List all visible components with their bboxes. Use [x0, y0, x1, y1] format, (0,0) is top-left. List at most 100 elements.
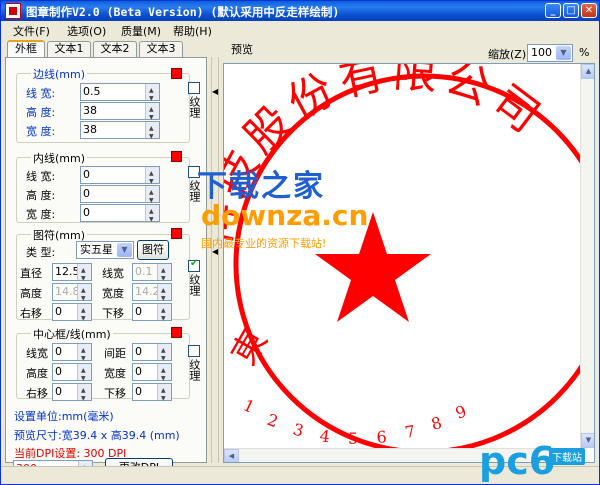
- spin-arrows[interactable]: [145, 166, 159, 190]
- vertical-scrollbar[interactable]: ▲ ▼: [580, 64, 594, 448]
- svg-text:9: 9: [453, 401, 469, 422]
- border-height-input[interactable]: 38: [80, 102, 160, 126]
- spin-arrows[interactable]: [77, 343, 91, 367]
- center-height-input[interactable]: 0: [52, 363, 92, 387]
- spin-arrows[interactable]: [157, 343, 171, 367]
- scroll-left-icon[interactable]: ◀: [224, 449, 239, 462]
- center-texture-label: 纹理: [188, 359, 201, 381]
- center-width-value: 0: [135, 365, 142, 378]
- border-color-swatch[interactable]: [171, 68, 182, 79]
- minimize-button[interactable]: _: [545, 3, 561, 18]
- tab-text2[interactable]: 文本2: [93, 41, 137, 57]
- spin-arrows[interactable]: [77, 263, 91, 287]
- menu-file[interactable]: 文件(F): [13, 23, 50, 39]
- symbol-down-input[interactable]: 0: [132, 303, 172, 327]
- collapse-left-icon[interactable]: ◀: [212, 87, 218, 96]
- spin-arrows[interactable]: [77, 303, 91, 327]
- symbol-width-value: 14.2: [135, 285, 160, 298]
- spin-arrows[interactable]: [157, 263, 171, 287]
- stamp-preview: 科技股份有限公司 東 1 2 3 4 5 6 7 8 9: [224, 64, 594, 455]
- symbol-right-input[interactable]: 0: [52, 303, 92, 327]
- watermark-slogan: 国内最专业的资源下载站!: [201, 237, 327, 250]
- svg-text:5: 5: [348, 429, 358, 448]
- center-width-input[interactable]: 0: [132, 363, 172, 387]
- symbol-down-value: 0: [135, 305, 142, 318]
- svg-text:1: 1: [240, 395, 257, 417]
- symbol-height-input[interactable]: 14.8: [52, 283, 92, 307]
- inner-width-input[interactable]: 0: [80, 204, 160, 228]
- symbol-linewidth-input[interactable]: 0.1: [132, 263, 172, 287]
- zoom-unit: %: [579, 46, 590, 59]
- preview-size-text: 预览尺寸:宽39.4 x 高39.4 (mm): [14, 429, 180, 442]
- center-linewidth-value: 0: [55, 345, 62, 358]
- close-button[interactable]: ✕: [581, 3, 597, 18]
- inner-width-value: 0: [83, 206, 90, 219]
- inner-width-label: 宽 度:: [26, 208, 56, 221]
- inner-color-swatch[interactable]: [171, 151, 182, 162]
- inner-group-title: 内线(mm): [31, 150, 88, 166]
- tab-outer-frame[interactable]: 外框: [7, 40, 45, 58]
- spin-arrows[interactable]: [77, 283, 91, 307]
- menu-help[interactable]: 帮助(H): [173, 23, 212, 39]
- symbol-texture-checkbox[interactable]: [188, 258, 200, 272]
- maximize-button[interactable]: □: [563, 3, 579, 18]
- menu-options[interactable]: 选项(O): [67, 23, 106, 39]
- symbol-type-select[interactable]: 实五星 ▼: [76, 241, 134, 259]
- symbol-button[interactable]: 图符: [137, 240, 169, 260]
- center-down-label: 下移: [104, 387, 126, 400]
- scroll-up-icon[interactable]: ▲: [581, 64, 594, 79]
- spin-arrows[interactable]: [145, 83, 159, 107]
- center-linewidth-input[interactable]: 0: [52, 343, 92, 367]
- spin-arrows[interactable]: [157, 383, 171, 407]
- menu-quality[interactable]: 质量(M): [121, 23, 161, 39]
- spin-arrows[interactable]: [77, 363, 91, 387]
- scroll-down-icon[interactable]: ▼: [581, 433, 594, 448]
- splitter[interactable]: ◀ ◀: [211, 57, 219, 463]
- spin-arrows[interactable]: [145, 121, 159, 145]
- center-texture-checkbox[interactable]: [188, 345, 200, 357]
- inner-line-value: 0: [83, 168, 90, 181]
- symbol-diameter-input[interactable]: 12.5: [52, 263, 92, 287]
- spin-arrows[interactable]: [145, 102, 159, 126]
- spin-arrows[interactable]: [145, 204, 159, 228]
- spin-arrows[interactable]: [145, 185, 159, 209]
- watermark-pc6: pc6: [479, 439, 556, 483]
- symbol-color-swatch[interactable]: [171, 228, 182, 239]
- spin-arrows[interactable]: [77, 383, 91, 407]
- center-linewidth-label: 线宽: [26, 347, 48, 360]
- spin-arrows[interactable]: [157, 303, 171, 327]
- symbol-width-input[interactable]: 14.2: [132, 283, 172, 307]
- zoom-select[interactable]: 100 ▼: [527, 44, 573, 62]
- inner-height-input[interactable]: 0: [80, 185, 160, 209]
- symbol-type-value: 实五星: [80, 243, 113, 256]
- center-right-label: 右移: [26, 387, 48, 400]
- zoom-value: 100: [531, 46, 552, 59]
- zoom-label: 缩放(Z): [488, 48, 527, 61]
- tab-text3[interactable]: 文本3: [139, 41, 183, 57]
- symbol-right-value: 0: [55, 305, 62, 318]
- border-line-width-input[interactable]: 0.5: [80, 83, 160, 107]
- symbol-down-label: 下移: [102, 307, 124, 320]
- symbol-right-label: 右移: [20, 307, 42, 320]
- center-color-swatch[interactable]: [171, 327, 182, 338]
- title-bar[interactable]: 图章制作V2.0 (Beta Version) (默认采用中反走样绘制) _ □…: [1, 1, 599, 21]
- spin-arrows[interactable]: [157, 283, 171, 307]
- border-width-input[interactable]: 38: [80, 121, 160, 145]
- center-down-input[interactable]: 0: [132, 383, 172, 407]
- tab-text1[interactable]: 文本1: [47, 41, 91, 57]
- inner-line-width-input[interactable]: 0: [80, 166, 160, 190]
- border-texture-checkbox[interactable]: [188, 82, 200, 94]
- menu-bar: 文件(F) 选项(O) 质量(M) 帮助(H): [1, 21, 599, 39]
- center-spacing-input[interactable]: 0: [132, 343, 172, 367]
- spin-arrows[interactable]: [157, 363, 171, 387]
- border-height-value: 38: [83, 104, 97, 117]
- border-group-title: 边线(mm): [31, 66, 88, 82]
- chevron-down-icon[interactable]: ▼: [556, 46, 571, 60]
- chevron-down-icon[interactable]: ▼: [117, 243, 132, 257]
- preview-canvas[interactable]: 科技股份有限公司 東 1 2 3 4 5 6 7 8 9 ▲ ▼ ◀ ▶: [223, 63, 595, 463]
- watermark-brand-en: downza.cn: [201, 199, 369, 232]
- stamp-app-icon: [5, 3, 21, 19]
- center-right-input[interactable]: 0: [52, 383, 92, 407]
- symbol-height-value: 14.8: [55, 285, 80, 298]
- symbol-diameter-label: 直径: [20, 267, 42, 280]
